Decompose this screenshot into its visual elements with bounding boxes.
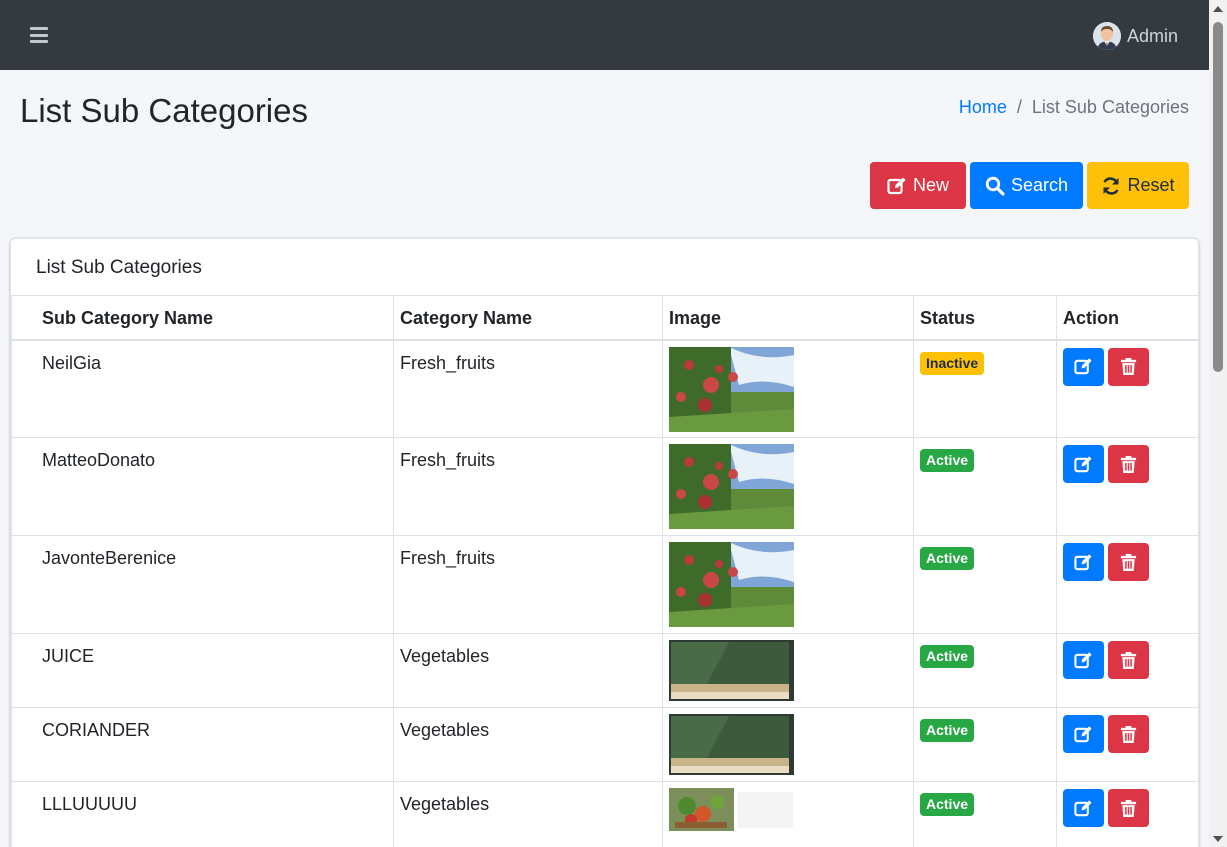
breadcrumb-home-link[interactable]: Home xyxy=(959,97,1007,118)
column-header-category-name: Category Name xyxy=(393,295,663,341)
edit-button[interactable] xyxy=(1063,789,1104,827)
search-icon xyxy=(985,176,1005,196)
edit-icon xyxy=(1074,799,1092,816)
delete-button[interactable] xyxy=(1108,641,1149,679)
edit-button[interactable] xyxy=(1063,543,1104,581)
delete-button[interactable] xyxy=(1108,347,1149,386)
table-row: JUICE Vegetables Active xyxy=(11,633,1198,708)
card-title: List Sub Categories xyxy=(36,257,202,278)
green-wall-image xyxy=(669,714,794,775)
reset-button[interactable]: Reset xyxy=(1087,162,1189,209)
table-row: CORIANDER Vegetables Active xyxy=(11,707,1198,782)
search-button-label: Search xyxy=(1010,175,1069,195)
delete-button[interactable] xyxy=(1108,789,1149,827)
status-badge: Inactive xyxy=(920,351,985,375)
user-name: Admin xyxy=(1126,25,1178,46)
edit-button[interactable] xyxy=(1063,715,1104,753)
edit-icon xyxy=(1074,553,1092,570)
reset-button-label: Reset xyxy=(1127,175,1175,195)
sub-category-name-cell: CORIANDER xyxy=(11,707,394,782)
column-header-action: Action xyxy=(1056,295,1198,341)
user-avatar-icon xyxy=(1092,22,1121,50)
scrollbar-thumb[interactable] xyxy=(1213,22,1223,372)
column-header-status: Status xyxy=(913,295,1057,341)
delete-button[interactable] xyxy=(1108,543,1149,581)
delete-button[interactable] xyxy=(1108,715,1149,753)
status-badge: Active xyxy=(920,645,975,668)
vegetable-basket-image xyxy=(669,788,794,831)
apple-orchard-image xyxy=(669,346,794,432)
green-wall-image xyxy=(669,640,794,701)
top-navbar: Admin xyxy=(0,0,1209,70)
breadcrumb-current: List Sub Categories xyxy=(1031,97,1189,117)
sub-category-name-cell: LLLUUUUU xyxy=(11,781,394,847)
sync-icon xyxy=(1103,176,1120,195)
apple-orchard-image xyxy=(669,444,794,529)
edit-icon xyxy=(1074,455,1092,472)
scroll-up-arrow-icon[interactable] xyxy=(1213,6,1223,12)
sub-categories-card: List Sub Categories Sub Category Name Ca… xyxy=(10,238,1199,847)
status-badge: Active xyxy=(920,547,975,570)
trash-icon xyxy=(1120,357,1137,376)
trash-icon xyxy=(1120,455,1137,473)
sub-category-name-cell: MatteoDonato xyxy=(11,437,394,536)
table-row: LLLUUUUU Vegetables Active xyxy=(11,781,1198,847)
sub-category-name-cell: JUICE xyxy=(11,633,394,708)
edit-icon xyxy=(887,177,906,194)
category-name-cell: Vegetables xyxy=(393,633,663,708)
status-badge: Active xyxy=(920,719,975,742)
edit-icon xyxy=(1074,358,1092,375)
delete-button[interactable] xyxy=(1108,445,1149,483)
trash-icon xyxy=(1120,651,1137,669)
edit-icon xyxy=(1074,725,1092,742)
category-name-cell: Fresh_fruits xyxy=(393,437,663,536)
category-name-cell: Fresh_fruits xyxy=(393,535,663,634)
table-row: MatteoDonato Fresh_fruits Active xyxy=(11,437,1198,536)
edit-button[interactable] xyxy=(1063,641,1104,679)
table-header-row: Sub Category Name Category Name Image St… xyxy=(11,295,1198,341)
edit-button[interactable] xyxy=(1063,445,1104,483)
column-header-image: Image xyxy=(662,295,914,341)
sub-category-name-cell: NeilGia xyxy=(11,339,394,438)
trash-icon xyxy=(1120,799,1137,817)
sub-category-name-cell: JavonteBerenice xyxy=(11,535,394,634)
new-button-label: New xyxy=(912,175,949,195)
table-row: JavonteBerenice Fresh_fruits Active xyxy=(11,535,1198,634)
table-row: NeilGia Fresh_fruits Inactive xyxy=(11,339,1198,438)
scroll-down-arrow-icon[interactable] xyxy=(1213,836,1223,842)
page-title: List Sub Categories xyxy=(20,92,308,129)
category-name-cell: Vegetables xyxy=(393,707,663,782)
category-name-cell: Vegetables xyxy=(393,781,663,847)
status-badge: Active xyxy=(920,449,975,472)
column-header-sub-category-name: Sub Category Name xyxy=(11,295,394,341)
bars-icon[interactable] xyxy=(30,27,48,43)
edit-button[interactable] xyxy=(1063,347,1104,386)
status-badge: Active xyxy=(920,793,975,816)
category-name-cell: Fresh_fruits xyxy=(393,339,663,438)
sub-categories-table: Sub Category Name Category Name Image St… xyxy=(11,295,1198,847)
breadcrumb: Home / List Sub Categories xyxy=(959,97,1189,118)
user-menu[interactable]: Admin xyxy=(1092,22,1178,50)
trash-icon xyxy=(1120,553,1137,571)
search-button[interactable]: Search xyxy=(970,162,1083,209)
vertical-scrollbar[interactable] xyxy=(1209,0,1227,847)
breadcrumb-separator: / xyxy=(1016,97,1022,117)
apple-orchard-image xyxy=(669,542,794,627)
new-button[interactable]: New xyxy=(870,162,966,209)
trash-icon xyxy=(1120,725,1137,743)
edit-icon xyxy=(1074,651,1092,668)
